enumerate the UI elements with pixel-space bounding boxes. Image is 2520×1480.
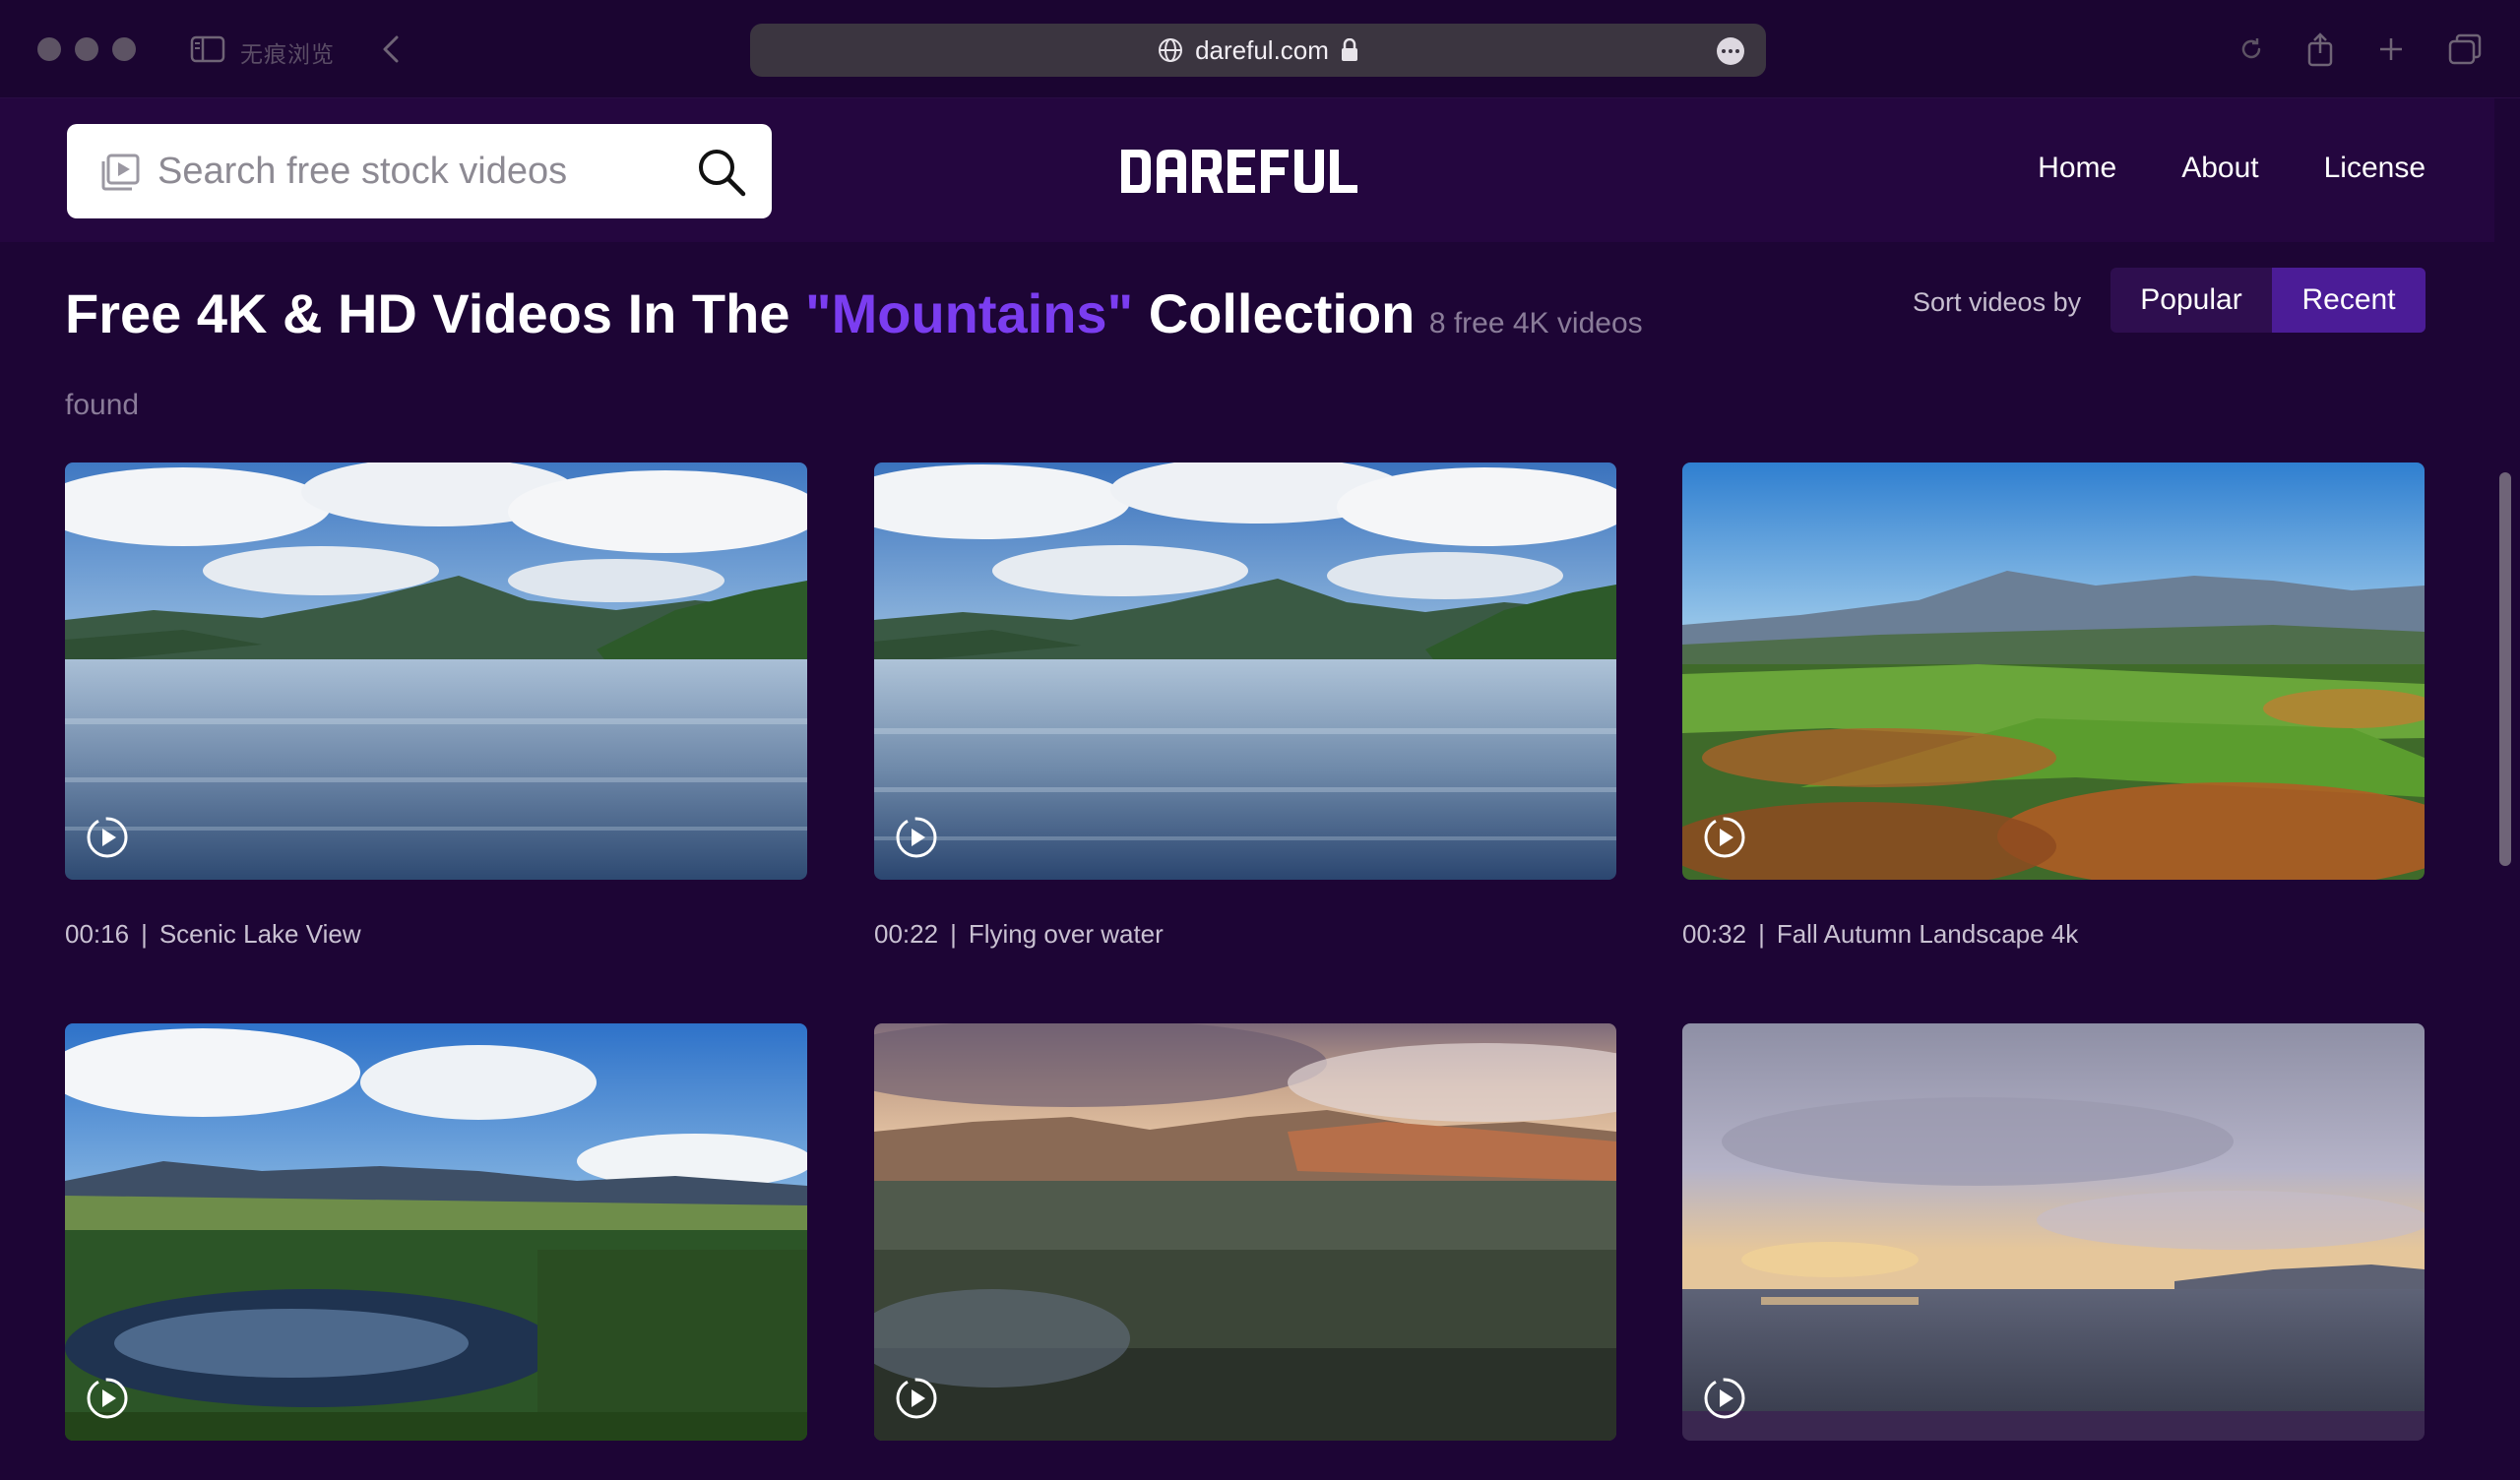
nav-home-link[interactable]: Home — [2038, 152, 2116, 185]
close-window-button[interactable] — [37, 37, 61, 61]
more-options-icon[interactable] — [1717, 37, 1744, 65]
video-thumbnail[interactable] — [874, 1023, 1616, 1441]
url-text: dareful.com — [1195, 34, 1329, 65]
title-prefix: Free 4K & HD Videos In The — [65, 282, 790, 344]
share-icon[interactable] — [2303, 31, 2337, 67]
video-title[interactable]: Fall Autumn Landscape 4k — [1777, 919, 2078, 950]
sidebar-toggle-icon[interactable] — [189, 31, 226, 67]
sort-toggle: Popular Recent — [2110, 268, 2426, 333]
globe-icon — [1158, 37, 1183, 63]
video-thumbnail[interactable] — [65, 462, 807, 880]
video-card[interactable] — [1682, 1023, 2425, 1441]
play-icon[interactable] — [1702, 1376, 1747, 1421]
meta-separator: | — [141, 919, 148, 949]
zoom-window-button[interactable] — [112, 37, 136, 61]
browser-toolbar: 无痕浏览 dareful.com — [0, 0, 2520, 98]
collection-heading: Free 4K & HD Videos In The "Mountains" C… — [65, 276, 1660, 449]
meta-separator: | — [950, 919, 957, 949]
lake-scene-image — [874, 462, 1616, 880]
search-box — [67, 124, 772, 218]
sort-popular-button[interactable]: Popular — [2110, 268, 2272, 333]
forest-lake-image — [65, 1023, 807, 1441]
tab-overview-icon[interactable] — [2445, 31, 2485, 67]
video-library-icon — [100, 154, 140, 196]
sort-label: Sort videos by — [1913, 287, 2082, 317]
new-tab-icon[interactable] — [2374, 31, 2408, 67]
dareful-logo[interactable] — [1112, 142, 1368, 201]
autumn-landscape-image — [1682, 462, 2425, 880]
mountain-forest-image — [874, 1023, 1616, 1441]
video-thumbnail[interactable] — [65, 1023, 807, 1441]
video-duration: 00:22 — [874, 919, 939, 949]
video-card[interactable] — [65, 1023, 807, 1441]
play-icon[interactable] — [894, 1376, 939, 1421]
video-title[interactable]: Scenic Lake View — [159, 919, 361, 950]
site-header: Home About License — [0, 98, 2494, 242]
back-arrow-icon[interactable] — [376, 31, 406, 67]
lake-scene-image — [65, 462, 807, 880]
play-icon[interactable] — [85, 1376, 130, 1421]
nav-about-link[interactable]: About — [2181, 152, 2258, 185]
video-card[interactable]: 00:16 | Scenic Lake View — [65, 462, 807, 950]
video-meta: 00:22 | Flying over water — [874, 919, 1616, 950]
minimize-window-button[interactable] — [75, 37, 98, 61]
play-icon[interactable] — [894, 815, 939, 860]
sunset-sea-image — [1682, 1023, 2425, 1441]
title-highlight: "Mountains" — [805, 282, 1134, 344]
video-thumbnail[interactable] — [874, 462, 1616, 880]
play-icon[interactable] — [1702, 815, 1747, 860]
video-duration: 00:32 — [1682, 919, 1747, 949]
page-title: Free 4K & HD Videos In The "Mountains" C… — [65, 282, 1415, 344]
sort-recent-button[interactable]: Recent — [2272, 268, 2426, 333]
video-card[interactable]: 00:22 | Flying over water — [874, 462, 1616, 950]
nav-license-link[interactable]: License — [2324, 152, 2426, 185]
video-card[interactable]: 00:32 | Fall Autumn Landscape 4k — [1682, 462, 2425, 950]
search-input[interactable] — [158, 144, 728, 199]
video-duration: 00:16 — [65, 919, 130, 949]
video-thumbnail[interactable] — [1682, 1023, 2425, 1441]
window-controls — [37, 37, 136, 61]
video-meta: 00:16 | Scenic Lake View — [65, 919, 807, 950]
lock-icon — [1341, 38, 1358, 62]
main-nav: Home About License — [2038, 152, 2426, 185]
video-title[interactable]: Flying over water — [969, 919, 1164, 950]
video-card[interactable] — [874, 1023, 1616, 1441]
meta-separator: | — [1758, 919, 1765, 949]
search-icon[interactable] — [695, 146, 748, 199]
reload-icon[interactable] — [2235, 31, 2268, 67]
dareful-logo-mark — [1121, 150, 1357, 193]
play-icon[interactable] — [85, 815, 130, 860]
video-meta: 00:32 | Fall Autumn Landscape 4k — [1682, 919, 2425, 950]
private-browsing-label: 无痕浏览 — [240, 42, 335, 68]
video-thumbnail[interactable] — [1682, 462, 2425, 880]
title-suffix: Collection — [1148, 282, 1416, 344]
address-bar[interactable]: dareful.com — [750, 24, 1766, 77]
scrollbar-thumb[interactable] — [2499, 472, 2511, 866]
